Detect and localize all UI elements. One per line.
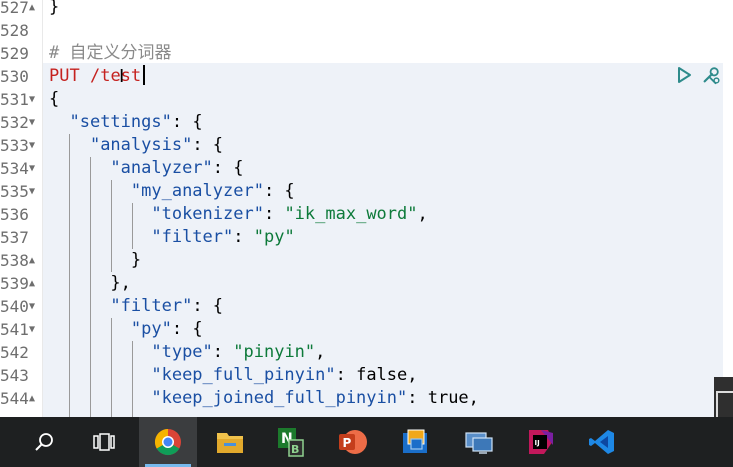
code-line: } bbox=[49, 249, 141, 272]
code-line: { bbox=[49, 88, 59, 111]
intellij-idea-icon[interactable]: IJ bbox=[512, 417, 570, 467]
http-method: PUT bbox=[49, 66, 80, 86]
code-line: "tokenizer": "ik_max_word", bbox=[151, 204, 428, 224]
code-line: # 自定义分词器 bbox=[49, 42, 171, 65]
json-string: "py" bbox=[253, 227, 295, 247]
powerpoint-icon[interactable]: P bbox=[323, 417, 381, 467]
json-key: "analysis" bbox=[89, 135, 193, 155]
fold-down-icon[interactable]: ▼ bbox=[29, 157, 35, 180]
code-line: "analysis": { bbox=[89, 135, 224, 155]
console-editor[interactable]: 527 528 529 530 531 532 533 534 535 536 … bbox=[0, 0, 733, 417]
windows-taskbar: NB P IJ bbox=[0, 417, 733, 467]
code-line: } bbox=[49, 0, 59, 19]
code-line: PUT /test bbox=[49, 65, 141, 88]
code-line: "settings": { bbox=[69, 112, 203, 132]
json-key: "keep_full_pinyin" bbox=[151, 365, 336, 385]
play-icon[interactable] bbox=[674, 65, 694, 85]
fold-down-icon[interactable]: ▼ bbox=[29, 111, 35, 134]
virtualbox-icon[interactable] bbox=[386, 417, 444, 467]
text-cursor bbox=[143, 65, 145, 85]
fold-down-icon[interactable]: ▼ bbox=[29, 180, 35, 203]
fold-up-icon[interactable]: ▲ bbox=[29, 387, 35, 410]
line-number: 537 bbox=[0, 228, 29, 247]
line-number: 530 bbox=[0, 67, 29, 86]
json-key: "settings" bbox=[69, 112, 172, 132]
line-number: 539 bbox=[0, 274, 29, 293]
fold-up-icon[interactable]: ▲ bbox=[29, 0, 35, 19]
remote-desktop-icon[interactable] bbox=[450, 417, 508, 467]
json-string: "ik_max_word" bbox=[284, 204, 418, 224]
code-line: "keep_full_pinyin": false, bbox=[151, 365, 418, 385]
fold-up-icon[interactable]: ▲ bbox=[29, 249, 35, 272]
chrome-icon[interactable] bbox=[139, 417, 197, 467]
brace: }, bbox=[110, 273, 131, 293]
fold-down-icon[interactable]: ▼ bbox=[29, 88, 35, 111]
line-number: 532 bbox=[0, 113, 29, 132]
code-line: }, bbox=[49, 272, 131, 295]
comment: # 自定义分词器 bbox=[49, 43, 172, 63]
line-number: 531 bbox=[0, 90, 29, 109]
ibeam-pointer-icon: I bbox=[119, 66, 125, 87]
notepad-plus-plus-icon[interactable]: NB bbox=[262, 417, 320, 467]
line-number: 536 bbox=[0, 205, 29, 224]
search-icon[interactable] bbox=[15, 417, 73, 467]
wrench-icon[interactable] bbox=[701, 65, 721, 85]
json-string: "pinyin" bbox=[233, 342, 316, 362]
fold-down-icon[interactable]: ▼ bbox=[29, 295, 35, 318]
vscode-icon[interactable] bbox=[573, 417, 631, 467]
line-number: 538 bbox=[0, 251, 29, 270]
svg-text:P: P bbox=[343, 436, 352, 450]
request-path: /test bbox=[89, 66, 142, 86]
code-line: "keep_joined_full_pinyin": true, bbox=[151, 388, 479, 408]
brace: } bbox=[130, 250, 142, 270]
code-line: "type": "pinyin", bbox=[151, 342, 326, 362]
code-line: "my_analyzer": { bbox=[130, 181, 295, 201]
svg-text:B: B bbox=[291, 443, 299, 456]
json-key: "analyzer" bbox=[110, 158, 213, 178]
code-line: "filter": "py" bbox=[151, 227, 295, 247]
line-number: 527 bbox=[0, 0, 29, 17]
json-key: "py" bbox=[130, 319, 172, 339]
task-view-icon[interactable] bbox=[75, 417, 133, 467]
json-boolean: true bbox=[427, 388, 469, 408]
line-number: 541 bbox=[0, 320, 29, 339]
brace: { bbox=[49, 89, 60, 109]
line-number: 543 bbox=[0, 366, 29, 385]
line-number: 533 bbox=[0, 136, 29, 155]
line-number: 544 bbox=[0, 389, 29, 408]
json-key: "type" bbox=[151, 342, 213, 362]
code-line: "py": { bbox=[130, 319, 203, 339]
json-key: "my_analyzer" bbox=[130, 181, 264, 201]
json-key: "filter" bbox=[151, 227, 234, 247]
line-number: 534 bbox=[0, 159, 29, 178]
file-explorer-icon[interactable] bbox=[201, 417, 259, 467]
line-number: 528 bbox=[0, 21, 29, 40]
json-boolean: false bbox=[356, 365, 408, 385]
code-line: "analyzer": { bbox=[110, 158, 244, 178]
gutter-divider bbox=[42, 0, 43, 417]
line-number: 529 bbox=[0, 44, 29, 63]
json-key: "keep_joined_full_pinyin" bbox=[151, 388, 408, 408]
json-key: "tokenizer" bbox=[151, 204, 264, 224]
code-line: "filter": { bbox=[110, 296, 224, 316]
fold-up-icon[interactable]: ▲ bbox=[29, 272, 35, 295]
brace: } bbox=[49, 0, 60, 17]
line-number: 542 bbox=[0, 343, 29, 362]
json-key: "filter" bbox=[110, 296, 193, 316]
fold-down-icon[interactable]: ▼ bbox=[29, 318, 35, 341]
svg-text:IJ: IJ bbox=[535, 439, 540, 447]
side-panel-thumbnail[interactable] bbox=[714, 377, 733, 417]
line-number: 540 bbox=[0, 297, 29, 316]
line-number-gutter: 527 528 529 530 531 532 533 534 535 536 … bbox=[0, 0, 42, 417]
fold-down-icon[interactable]: ▼ bbox=[29, 134, 35, 157]
line-number: 535 bbox=[0, 182, 29, 201]
